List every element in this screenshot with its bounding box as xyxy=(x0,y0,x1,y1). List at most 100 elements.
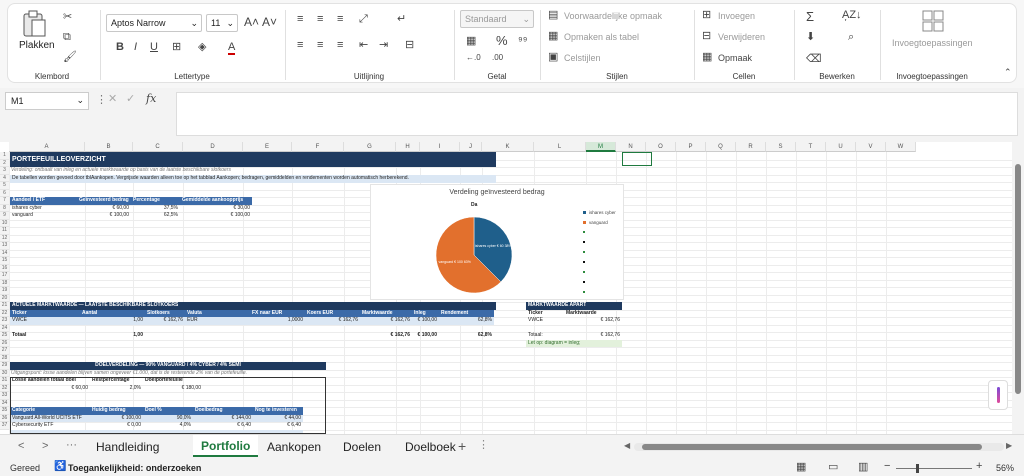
row-header[interactable]: 11 xyxy=(0,227,9,235)
column-header[interactable]: U xyxy=(826,142,856,152)
align-top-icon[interactable]: ≡ xyxy=(297,14,303,25)
zoom-slider[interactable] xyxy=(896,464,972,473)
tab-handleiding[interactable]: Handleiding xyxy=(96,440,159,454)
horizontal-scroll-thumb[interactable] xyxy=(642,444,982,450)
column-header[interactable]: Q xyxy=(706,142,736,152)
row-header[interactable]: 9 xyxy=(0,212,9,220)
cut-icon[interactable]: ✂ xyxy=(63,12,72,23)
zoom-in-icon[interactable]: + xyxy=(976,461,982,472)
row-header[interactable]: 32 xyxy=(0,384,9,392)
number-format-dropdown[interactable]: Standaard ⌄ xyxy=(460,10,534,28)
vertical-scroll-thumb[interactable] xyxy=(1015,164,1021,394)
column-header[interactable]: D xyxy=(183,142,243,152)
row-header[interactable]: 2 xyxy=(0,159,9,167)
row-header[interactable]: 17 xyxy=(0,272,9,280)
row-header[interactable]: 34 xyxy=(0,399,9,407)
tab-portfolio[interactable]: Portfolio xyxy=(193,435,259,457)
column-header[interactable]: R xyxy=(736,142,766,152)
column-header[interactable]: M xyxy=(586,142,616,152)
row-header[interactable]: 22 xyxy=(0,309,9,317)
selected-cell[interactable] xyxy=(622,152,652,166)
orientation-icon[interactable]: ⤢ xyxy=(359,14,368,25)
row-header[interactable]: 36 xyxy=(0,414,9,422)
column-header[interactable]: V xyxy=(856,142,886,152)
row-header[interactable]: 23 xyxy=(0,317,9,325)
formula-input[interactable] xyxy=(176,92,1018,136)
tab-aankopen[interactable]: Aankopen xyxy=(267,440,321,454)
format-button[interactable]: ▦ Opmaak xyxy=(702,52,788,66)
row-header[interactable]: 4 xyxy=(0,174,9,182)
increase-decimal-icon[interactable]: ←.0 xyxy=(466,54,481,62)
row-header[interactable]: 8 xyxy=(0,204,9,212)
column-header[interactable]: S xyxy=(766,142,796,152)
italic-icon[interactable]: I xyxy=(134,42,137,53)
row-header[interactable]: 7 xyxy=(0,197,9,205)
add-sheet-icon[interactable]: + xyxy=(458,439,466,453)
row-header[interactable]: 37 xyxy=(0,422,9,430)
copy-icon[interactable]: ⧉ xyxy=(63,32,71,43)
fill-color-icon[interactable]: ◈ xyxy=(198,42,206,53)
align-bottom-icon[interactable]: ≡ xyxy=(337,14,343,25)
cancel-icon[interactable]: ✕ xyxy=(108,94,117,105)
row-header[interactable]: 19 xyxy=(0,287,9,295)
row-header[interactable]: 3 xyxy=(0,167,9,175)
currency-icon[interactable]: ▦ xyxy=(466,36,476,47)
scroll-right-icon[interactable]: ▶ xyxy=(1006,442,1012,450)
autosum-icon[interactable]: Σ xyxy=(806,10,814,23)
vertical-scrollbar[interactable] xyxy=(1012,152,1024,434)
wrap-text-icon[interactable]: ↵ xyxy=(397,14,406,25)
conditional-formatting-button[interactable]: ▤ Voorwaardelijke opmaak xyxy=(548,10,692,24)
row-header[interactable]: 6 xyxy=(0,189,9,197)
column-header[interactable]: G xyxy=(344,142,396,152)
column-header[interactable]: B xyxy=(85,142,133,152)
align-middle-icon[interactable]: ≡ xyxy=(317,14,323,25)
row-header[interactable]: 15 xyxy=(0,257,9,265)
align-right-icon[interactable]: ≡ xyxy=(337,40,343,51)
row-header[interactable]: 13 xyxy=(0,242,9,250)
merge-icon[interactable]: ⊟ xyxy=(405,40,414,51)
next-sheet-icon[interactable]: > xyxy=(42,441,48,452)
row-header[interactable]: 16 xyxy=(0,264,9,272)
column-header[interactable]: J xyxy=(460,142,482,152)
column-header[interactable]: T xyxy=(796,142,826,152)
paste-button[interactable]: Plakken xyxy=(16,10,55,56)
row-header[interactable]: 29 xyxy=(0,362,9,370)
column-header[interactable]: H xyxy=(396,142,420,152)
row-header[interactable]: 14 xyxy=(0,249,9,257)
row-header[interactable]: 1 xyxy=(0,152,9,160)
find-icon[interactable]: ⌕ xyxy=(848,32,854,43)
tab-doelboek[interactable]: Doelboek xyxy=(405,440,456,454)
name-box[interactable]: M1 ⌄ xyxy=(5,92,89,110)
pie-chart[interactable]: Verdeling geïnvesteerd bedrag Da ishares… xyxy=(370,184,624,300)
enter-icon[interactable]: ✓ xyxy=(126,94,135,105)
row-header[interactable]: 26 xyxy=(0,339,9,347)
row-header[interactable]: 31 xyxy=(0,377,9,385)
zoom-slider-thumb[interactable] xyxy=(916,464,919,473)
row-header[interactable]: 28 xyxy=(0,354,9,362)
column-header[interactable]: K xyxy=(482,142,534,152)
increase-font-icon[interactable]: A˄ xyxy=(244,16,259,28)
align-left-icon[interactable]: ≡ xyxy=(297,40,303,51)
column-header[interactable]: N xyxy=(616,142,646,152)
sort-filter-icon[interactable]: A͎Z↓ xyxy=(842,10,862,21)
font-size-dropdown[interactable]: 11 ⌄ xyxy=(206,14,238,32)
row-header[interactable]: 35 xyxy=(0,407,9,415)
page-layout-icon[interactable]: ▭ xyxy=(828,462,838,473)
insert-button[interactable]: ⊞ Invoegen xyxy=(702,10,788,24)
column-header[interactable]: W xyxy=(886,142,916,152)
delete-button[interactable]: ⊟ Verwijderen xyxy=(702,31,788,45)
addins-button[interactable]: Invoegtoepassingen xyxy=(888,8,978,54)
row-header[interactable]: 20 xyxy=(0,294,9,302)
decrease-indent-icon[interactable]: ⇤ xyxy=(359,40,368,51)
column-header[interactable]: L xyxy=(534,142,586,152)
row-header[interactable]: 27 xyxy=(0,347,9,355)
row-header[interactable]: 30 xyxy=(0,369,9,377)
column-header[interactable]: P xyxy=(676,142,706,152)
column-header[interactable]: F xyxy=(292,142,344,152)
more-options-icon[interactable]: ⋮ xyxy=(96,95,107,106)
row-header[interactable]: 33 xyxy=(0,392,9,400)
underline-icon[interactable]: U xyxy=(150,42,158,53)
column-header[interactable]: A xyxy=(9,142,85,152)
comma-icon[interactable]: ⁹⁹ xyxy=(518,36,527,47)
prev-sheet-icon[interactable]: < xyxy=(18,441,24,452)
